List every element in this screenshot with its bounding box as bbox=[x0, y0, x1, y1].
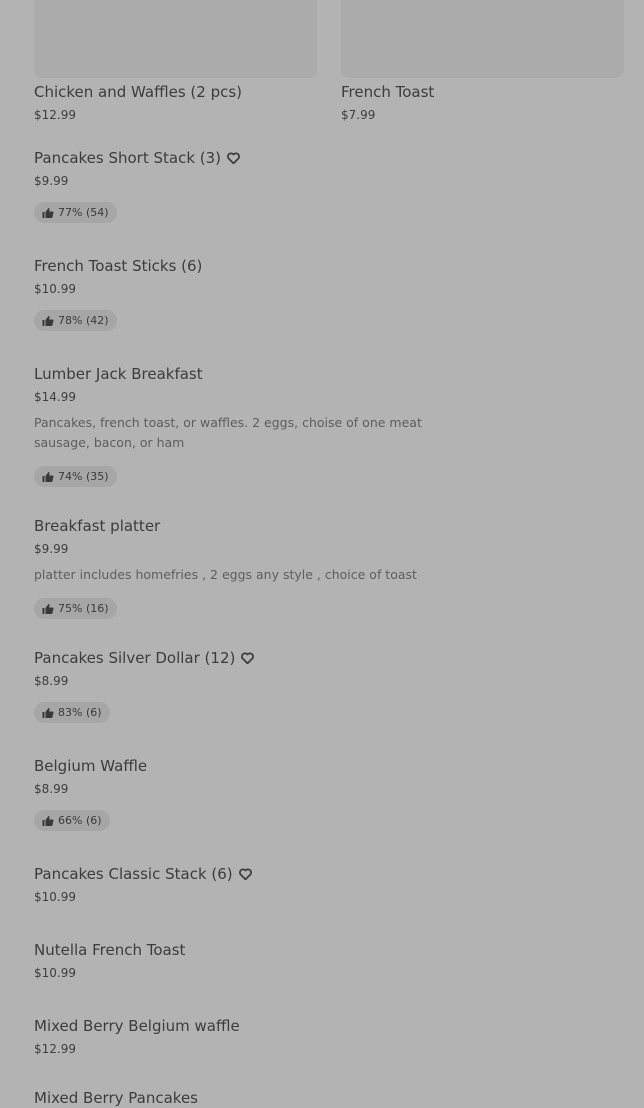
item-price: $10.99 bbox=[34, 282, 76, 296]
heart-icon bbox=[241, 652, 255, 664]
menu-item[interactable]: Pancakes Classic Stack (6) $10.99 bbox=[34, 864, 454, 905]
featured-item-card[interactable]: Chicken and Waffles (2 pcs) $12.99 bbox=[34, 0, 317, 122]
item-name: Pancakes Silver Dollar (12) bbox=[34, 649, 236, 667]
menu-item[interactable]: Mixed Berry Pancakes bbox=[34, 1088, 454, 1108]
item-name: Lumber Jack Breakfast bbox=[34, 365, 203, 383]
item-name: Mixed Berry Pancakes bbox=[34, 1089, 198, 1107]
rating-badge: 66% (6) bbox=[34, 810, 110, 831]
thumbs-up-icon bbox=[42, 815, 54, 826]
rating-text: 78% (42) bbox=[58, 314, 109, 327]
menu-item[interactable]: Lumber Jack Breakfast $14.99 Pancakes, f… bbox=[34, 364, 454, 487]
item-price: $9.99 bbox=[34, 174, 69, 188]
rating-text: 75% (16) bbox=[58, 602, 109, 615]
featured-items: Chicken and Waffles (2 pcs) $12.99 Frenc… bbox=[34, 0, 624, 130]
item-image[interactable] bbox=[34, 0, 317, 78]
rating-badge: 74% (35) bbox=[34, 466, 117, 487]
item-price: $10.99 bbox=[34, 966, 76, 980]
item-name: Mixed Berry Belgium waffle bbox=[34, 1017, 240, 1035]
item-price: $14.99 bbox=[34, 390, 76, 404]
menu-item[interactable]: Nutella French Toast $10.99 bbox=[34, 940, 454, 981]
item-name: Pancakes Classic Stack (6) bbox=[34, 865, 233, 883]
menu-item[interactable]: Breakfast platter $9.99 platter includes… bbox=[34, 516, 454, 619]
rating-badge: 75% (16) bbox=[34, 598, 117, 619]
item-name: French Toast Sticks (6) bbox=[34, 257, 203, 275]
rating-text: 74% (35) bbox=[58, 470, 109, 483]
thumbs-up-icon bbox=[42, 207, 54, 218]
featured-item-card[interactable]: French Toast $7.99 bbox=[341, 0, 624, 122]
menu-item[interactable]: Belgium Waffle $8.99 66% (6) bbox=[34, 756, 454, 831]
rating-badge: 78% (42) bbox=[34, 310, 117, 331]
item-price: $9.99 bbox=[34, 542, 69, 556]
item-price: $7.99 bbox=[341, 108, 376, 122]
item-price: $12.99 bbox=[34, 108, 76, 122]
item-price: $8.99 bbox=[34, 782, 69, 796]
rating-badge: 83% (6) bbox=[34, 702, 110, 723]
item-name: French Toast bbox=[341, 83, 435, 101]
item-price: $12.99 bbox=[34, 1042, 76, 1056]
item-name: Nutella French Toast bbox=[34, 941, 186, 959]
item-image[interactable] bbox=[341, 0, 624, 78]
rating-badge: 77% (54) bbox=[34, 202, 117, 223]
heart-icon bbox=[238, 868, 252, 880]
rating-text: 83% (6) bbox=[58, 706, 102, 719]
item-name: Belgium Waffle bbox=[34, 757, 148, 775]
item-description: Pancakes, french toast, or waffles. 2 eg… bbox=[34, 415, 422, 450]
menu-item[interactable]: Mixed Berry Belgium waffle $12.99 bbox=[34, 1016, 454, 1057]
menu-item[interactable]: French Toast Sticks (6) $10.99 78% (42) bbox=[34, 256, 454, 331]
item-price: $10.99 bbox=[34, 890, 76, 904]
heart-icon bbox=[227, 152, 240, 164]
menu-item[interactable]: Pancakes Silver Dollar (12) $8.99 83% (6… bbox=[34, 648, 454, 723]
rating-text: 77% (54) bbox=[58, 206, 109, 219]
item-name: Chicken and Waffles (2 pcs) bbox=[34, 83, 243, 101]
thumbs-up-icon bbox=[42, 471, 54, 482]
rating-text: 66% (6) bbox=[58, 814, 102, 827]
item-price: $8.99 bbox=[34, 674, 69, 688]
menu-item[interactable]: Pancakes Short Stack (3) $9.99 77% (54) bbox=[34, 148, 454, 223]
item-name: Breakfast platter bbox=[34, 517, 161, 535]
thumbs-up-icon bbox=[42, 603, 54, 614]
item-name: Pancakes Short Stack (3) bbox=[34, 149, 222, 167]
thumbs-up-icon bbox=[42, 707, 54, 718]
item-description: platter includes homefries , 2 eggs any … bbox=[34, 567, 417, 582]
thumbs-up-icon bbox=[42, 315, 54, 326]
